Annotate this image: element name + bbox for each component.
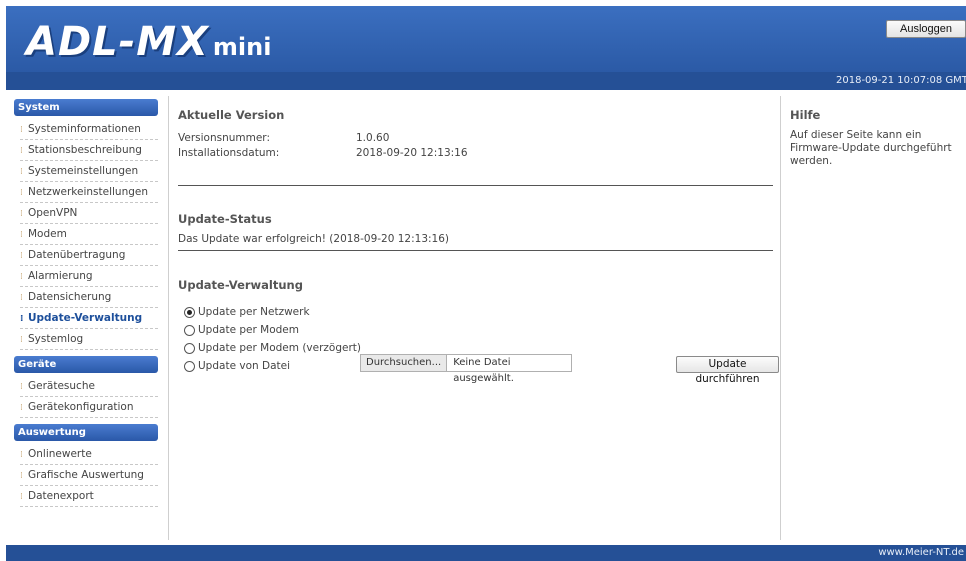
bullet-icon: ⁞ (20, 167, 23, 177)
section-title-status: Update-Status (178, 212, 272, 226)
header-banner: ADL-MX mini Ausloggen (6, 6, 966, 72)
sidebar-item-label: Update-Verwaltung (28, 312, 143, 324)
logo-suffix-text: mini (212, 33, 272, 61)
radio-modem[interactable] (184, 324, 195, 336)
sidebar-item-label: Systemeinstellungen (28, 165, 139, 177)
bullet-icon: ⁞ (20, 450, 23, 460)
section-title-version: Aktuelle Version (178, 108, 285, 122)
footer-bar: www.Meier-NT.de (6, 545, 966, 561)
install-date-value: 2018-09-20 12:13:16 (356, 147, 468, 159)
sidebar-item-label: Grafische Auswertung (28, 469, 144, 481)
help-text: Auf dieser Seite kann ein Firmware-Updat… (790, 129, 952, 167)
sidebar-item-label: Datensicherung (28, 291, 112, 303)
sidebar-item-systemeinstellungen[interactable]: ⁞ Systemeinstellungen (20, 161, 158, 182)
sidebar-item-systeminformationen[interactable]: ⁞ Systeminformationen (20, 119, 158, 140)
radio-file[interactable] (184, 360, 195, 372)
run-update-button[interactable]: Update durchführen (676, 356, 779, 385)
sidebar-item-netzwerkeinstellungen[interactable]: ⁞ Netzwerkeinstellungen (20, 182, 158, 203)
footer-link[interactable]: www.Meier-NT.de (878, 547, 964, 559)
nav-header-system: System (14, 99, 158, 116)
bullet-icon: ⁞ (20, 471, 23, 481)
install-date-key: Installationsdatum: (178, 147, 280, 159)
sidebar-item-onlinewerte[interactable]: ⁞ Onlinewerte (20, 444, 158, 465)
bullet-icon: ⁞ (20, 293, 23, 303)
bullet-icon: ⁞ (20, 209, 23, 219)
bullet-icon: ⁞ (20, 314, 24, 324)
sidebar-item-label: Alarmierung (28, 270, 93, 282)
version-row: Versionsnummer: 1.0.60 (178, 131, 773, 146)
logo-main-text: ADL-MX (26, 19, 209, 65)
main-content: Aktuelle Version Versionsnummer: 1.0.60 … (178, 108, 779, 385)
sidebar-item-modem[interactable]: ⁞ Modem (20, 224, 158, 245)
sidebar-item-label: Netzwerkeinstellungen (28, 186, 149, 198)
version-info: Versionsnummer: 1.0.60 Installationsdatu… (178, 131, 773, 161)
sidebar-item-label: Systeminformationen (28, 123, 141, 135)
update-status-text: Das Update war erfolgreich! (2018-09-20 … (178, 233, 449, 245)
bullet-icon: ⁞ (20, 230, 23, 240)
nav-group-geraete: Geräte ⁞ Gerätesuche ⁞ Gerätekonfiguration (14, 356, 158, 418)
section-title-management: Update-Verwaltung (178, 278, 303, 292)
sidebar-item-label: Systemlog (28, 333, 84, 345)
sidebar-item-datenexport[interactable]: ⁞ Datenexport (20, 486, 158, 507)
option-label: Update per Modem (198, 324, 299, 336)
bullet-icon: ⁞ (20, 272, 23, 282)
sidebar-item-alarmierung[interactable]: ⁞ Alarmierung (20, 266, 158, 287)
divider (178, 250, 773, 251)
sidebar-item-label: OpenVPN (28, 207, 78, 219)
sidebar-item-label: Modem (28, 228, 67, 240)
radio-network[interactable] (184, 306, 195, 318)
file-upload-input[interactable]: Durchsuchen... Keine Datei ausgewählt. (360, 354, 572, 384)
sidebar-item-geraetesuche[interactable]: ⁞ Gerätesuche (20, 376, 158, 397)
sidebar-item-label: Datenübertragung (28, 249, 126, 261)
nav-header-geraete: Geräte (14, 356, 158, 373)
sidebar-item-label: Gerätesuche (28, 380, 95, 392)
sidebar-item-datensicherung[interactable]: ⁞ Datensicherung (20, 287, 158, 308)
sidebar-item-label: Stationsbeschreibung (28, 144, 142, 156)
install-date-row: Installationsdatum: 2018-09-20 12:13:16 (178, 146, 773, 161)
current-datetime: 2018-09-21 10:07:08 GMT-1 (836, 75, 966, 86)
content-divider-right (780, 96, 781, 540)
sidebar-item-stationsbeschreibung[interactable]: ⁞ Stationsbeschreibung (20, 140, 158, 161)
browse-button[interactable]: Durchsuchen... (361, 355, 448, 371)
bullet-icon: ⁞ (20, 146, 23, 156)
bullet-icon: ⁞ (20, 382, 23, 392)
option-label: Update von Datei (198, 360, 291, 372)
option-modem[interactable]: Update per Modem (184, 321, 773, 339)
bullet-icon: ⁞ (20, 492, 23, 502)
help-panel: Hilfe Auf dieser Seite kann ein Firmware… (790, 108, 966, 168)
nav-header-auswertung: Auswertung (14, 424, 158, 441)
option-label: Update per Modem (verzögert) (198, 342, 361, 354)
option-file[interactable]: Update von Datei Durchsuchen... Keine Da… (184, 354, 779, 385)
sidebar-item-label: Gerätekonfiguration (28, 401, 134, 413)
bullet-icon: ⁞ (20, 335, 23, 345)
radio-modem-delayed[interactable] (184, 342, 195, 354)
version-key: Versionsnummer: (178, 132, 270, 144)
version-value: 1.0.60 (356, 132, 390, 144)
file-status-label: Keine Datei ausgewählt. (453, 357, 514, 384)
bullet-icon: ⁞ (20, 188, 23, 198)
bullet-icon: ⁞ (20, 125, 23, 135)
update-options: Update per Netzwerk Update per Modem Upd… (178, 303, 779, 385)
info-bar: 2018-09-21 10:07:08 GMT-1 (6, 72, 966, 90)
sidebar-nav: System ⁞ Systeminformationen ⁞ Stationsbes… (14, 99, 158, 513)
option-label: Update per Netzwerk (198, 306, 310, 318)
option-network[interactable]: Update per Netzwerk (184, 303, 773, 321)
bullet-icon: ⁞ (20, 251, 23, 261)
help-title: Hilfe (790, 108, 821, 122)
divider (178, 185, 773, 186)
sidebar-item-label: Datenexport (28, 490, 94, 502)
sidebar-item-datenuebertragung[interactable]: ⁞ Datenübertragung (20, 245, 158, 266)
sidebar-item-label: Onlinewerte (28, 448, 92, 460)
nav-group-system: System ⁞ Systeminformationen ⁞ Stationsbes… (14, 99, 158, 350)
sidebar-item-update-verwaltung[interactable]: ⁞ Update-Verwaltung (20, 308, 158, 329)
sidebar-item-geraetekonfiguration[interactable]: ⁞ Gerätekonfiguration (20, 397, 158, 418)
sidebar-item-openvpn[interactable]: ⁞ OpenVPN (20, 203, 158, 224)
content-divider-left (168, 96, 169, 540)
nav-group-auswertung: Auswertung ⁞ Onlinewerte ⁞ Grafische Auswe… (14, 424, 158, 507)
sidebar-item-systemlog[interactable]: ⁞ Systemlog (20, 329, 158, 350)
adl-mx-mini-logo: ADL-MX mini (26, 14, 271, 66)
bullet-icon: ⁞ (20, 403, 23, 413)
sidebar-item-grafische-auswertung[interactable]: ⁞ Grafische Auswertung (20, 465, 158, 486)
logout-button[interactable]: Ausloggen (886, 20, 966, 38)
